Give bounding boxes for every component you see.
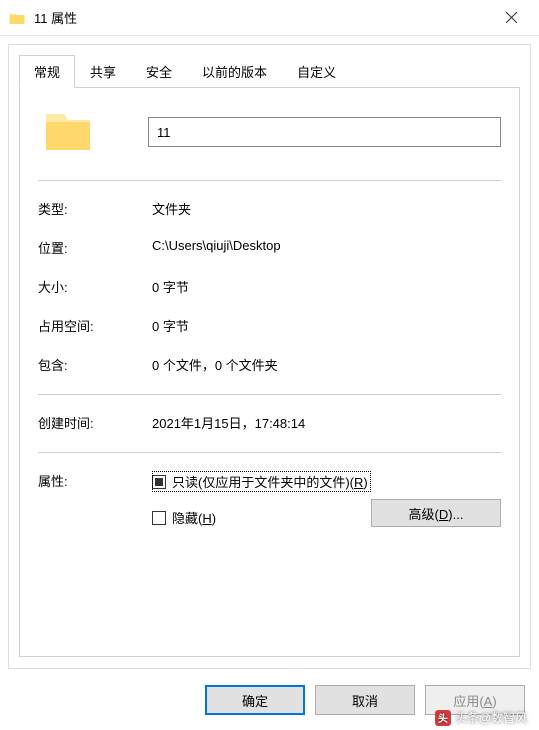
hidden-checkbox-row[interactable]: 隐藏(H) [152, 508, 371, 527]
row-type: 类型: 文件夹 [38, 199, 501, 218]
folder-name-input[interactable] [148, 117, 501, 147]
tab-strip: 常规 共享 安全 以前的版本 自定义 [19, 55, 520, 88]
tab-customize[interactable]: 自定义 [282, 55, 351, 88]
row-location: 位置: C:\Users\qiuji\Desktop [38, 238, 501, 257]
ok-button[interactable]: 确定 [205, 685, 305, 715]
value-size: 0 字节 [152, 277, 501, 296]
titlebar: 11 属性 [0, 0, 539, 36]
tab-general[interactable]: 常规 [19, 55, 75, 88]
row-size-on-disk: 占用空间: 0 字节 [38, 316, 501, 335]
folder-icon-small [8, 9, 26, 27]
label-size-on-disk: 占用空间: [38, 316, 152, 335]
watermark: 头 头条@数智风 [435, 709, 527, 726]
window-title: 11 属性 [34, 8, 491, 27]
label-location: 位置: [38, 238, 152, 257]
header-row [38, 108, 501, 156]
row-size: 大小: 0 字节 [38, 277, 501, 296]
dialog-body: 常规 共享 安全 以前的版本 自定义 类型: 文件夹 位置: C:\Users\… [8, 44, 531, 669]
divider [38, 452, 501, 453]
tab-previous-versions[interactable]: 以前的版本 [187, 55, 282, 88]
row-contains: 包含: 0 个文件，0 个文件夹 [38, 355, 501, 374]
value-created: 2021年1月15日，17:48:14 [152, 413, 501, 432]
divider [38, 180, 501, 181]
attribute-checkboxes: 只读(仅应用于文件夹中的文件)(R) 隐藏(H) [152, 471, 371, 543]
label-type: 类型: [38, 199, 152, 218]
row-created: 创建时间: 2021年1月15日，17:48:14 [38, 413, 501, 432]
label-created: 创建时间: [38, 413, 152, 432]
value-contains: 0 个文件，0 个文件夹 [152, 355, 501, 374]
divider [38, 394, 501, 395]
advanced-button[interactable]: 高级(D)... [371, 499, 501, 527]
folder-icon-large [42, 108, 94, 156]
readonly-checkbox-row[interactable]: 只读(仅应用于文件夹中的文件)(R) [152, 471, 371, 492]
hidden-label: 隐藏(H) [172, 508, 216, 527]
readonly-checkbox[interactable] [152, 475, 166, 489]
label-attributes: 属性: [38, 471, 152, 490]
label-contains: 包含: [38, 355, 152, 374]
hidden-checkbox[interactable] [152, 511, 166, 525]
tab-sharing[interactable]: 共享 [75, 55, 131, 88]
watermark-text: 头条@数智风 [455, 709, 527, 726]
tab-security[interactable]: 安全 [131, 55, 187, 88]
attributes-section: 属性: 只读(仅应用于文件夹中的文件)(R) 隐藏(H) 高级(D)... [38, 471, 501, 543]
value-size-on-disk: 0 字节 [152, 316, 501, 335]
label-size: 大小: [38, 277, 152, 296]
cancel-button[interactable]: 取消 [315, 685, 415, 715]
readonly-label: 只读(仅应用于文件夹中的文件)(R) [172, 472, 368, 491]
value-type: 文件夹 [152, 199, 501, 218]
close-icon [506, 12, 517, 23]
close-button[interactable] [491, 4, 531, 32]
value-location: C:\Users\qiuji\Desktop [152, 238, 501, 253]
tab-panel-general: 类型: 文件夹 位置: C:\Users\qiuji\Desktop 大小: 0… [19, 87, 520, 657]
watermark-icon: 头 [435, 710, 451, 726]
